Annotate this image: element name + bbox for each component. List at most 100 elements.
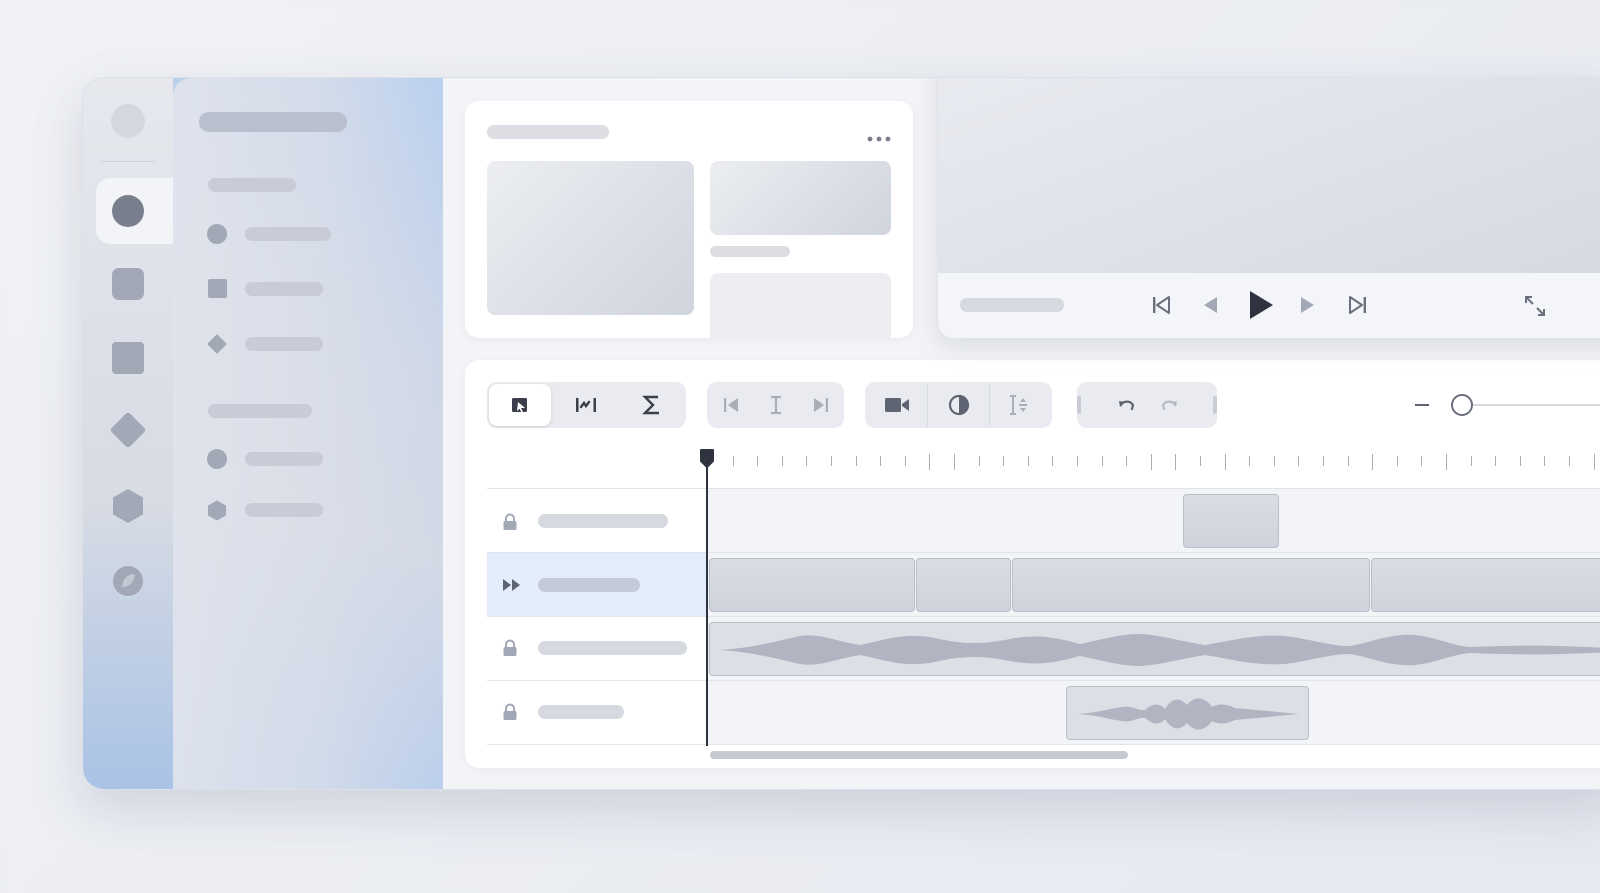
square-icon[interactable]	[112, 342, 144, 374]
redo-button[interactable]	[1149, 384, 1189, 426]
media-card-title	[487, 125, 609, 139]
ruler-tick	[856, 456, 857, 466]
sidebar-item[interactable]	[207, 500, 423, 521]
timeline-scrollbar[interactable]	[710, 751, 1128, 759]
ruler-tick	[1126, 456, 1127, 466]
zoom-slider-handle[interactable]	[1451, 394, 1473, 416]
section-heading	[208, 178, 296, 192]
ruler-tick	[1249, 456, 1250, 466]
track-header[interactable]	[487, 617, 706, 681]
more-horizontal-icon[interactable]	[867, 129, 891, 147]
media-card	[465, 101, 913, 338]
redo-icon	[1159, 397, 1179, 413]
lock-icon[interactable]	[502, 703, 518, 726]
video-clip[interactable]	[1012, 558, 1370, 612]
sidebar-item[interactable]	[207, 334, 423, 354]
edit-tool-group	[487, 382, 686, 428]
track-lane[interactable]	[706, 617, 1600, 681]
audio-clip[interactable]	[1066, 686, 1309, 740]
cursor-button[interactable]	[754, 384, 798, 426]
group-edge	[1213, 396, 1217, 414]
audio-clip[interactable]	[709, 622, 1600, 676]
sigma-icon	[642, 394, 662, 416]
playhead[interactable]	[706, 452, 708, 746]
go-to-in-button[interactable]	[709, 384, 753, 426]
circle-icon	[207, 449, 227, 469]
hexagon-icon	[207, 500, 227, 526]
video-clip[interactable]	[709, 558, 915, 612]
video-clip[interactable]	[916, 558, 1011, 612]
preview-player	[937, 78, 1600, 339]
lock-icon[interactable]	[502, 639, 518, 662]
video-clip[interactable]	[1371, 558, 1600, 612]
ruler-tick	[880, 456, 881, 466]
ruler-tick	[1446, 454, 1447, 470]
go-to-out-button[interactable]	[799, 384, 843, 426]
camera-button[interactable]	[867, 384, 927, 426]
video-clip[interactable]	[1183, 494, 1279, 548]
timeline-panel	[465, 360, 1600, 768]
sidebar-item[interactable]	[207, 449, 423, 469]
ruler-tick	[929, 454, 930, 470]
undo-button[interactable]	[1107, 384, 1147, 426]
contrast-icon	[948, 394, 970, 416]
audio-waveform	[1077, 698, 1299, 730]
ruler-tick	[1348, 456, 1349, 466]
media-thumbnail[interactable]	[710, 273, 891, 338]
track-lane[interactable]	[706, 553, 1600, 617]
fullscreen-icon[interactable]	[1524, 295, 1546, 322]
ruler-tick	[1003, 456, 1004, 466]
ruler-tick	[1421, 456, 1422, 466]
go-to-out-icon	[812, 396, 830, 414]
zoom-slider-track[interactable]	[1451, 404, 1600, 406]
track-lane[interactable]	[706, 681, 1600, 745]
timeline-ruler[interactable]	[708, 448, 1600, 472]
ruler-tick	[1594, 454, 1595, 470]
trim-tool-button[interactable]	[555, 384, 617, 426]
track-header-selected[interactable]	[487, 553, 706, 617]
skip-to-start-icon[interactable]	[1151, 295, 1171, 320]
playhead-handle[interactable]	[699, 448, 715, 473]
track-lane[interactable]	[706, 489, 1600, 553]
ruler-tick	[1102, 456, 1103, 466]
sidebar-item[interactable]	[207, 224, 423, 244]
media-thumbnail[interactable]	[487, 161, 694, 315]
navigation-tool-group	[707, 382, 844, 428]
fast-forward-icon[interactable]	[502, 578, 522, 597]
sigma-button[interactable]	[621, 384, 683, 426]
group-edge	[1077, 396, 1081, 414]
hexagon-icon[interactable]	[111, 488, 145, 529]
media-caption	[710, 246, 790, 257]
ruler-tick	[905, 456, 906, 466]
zoom-out-icon[interactable]	[1415, 404, 1429, 406]
split-button[interactable]	[990, 384, 1050, 426]
rounded-square-icon[interactable]	[112, 268, 144, 300]
ruler-tick	[757, 456, 758, 466]
sidebar-item-label	[245, 503, 323, 517]
ruler-tick	[1028, 456, 1029, 466]
circle-icon[interactable]	[112, 195, 144, 227]
ruler-tick	[1274, 456, 1275, 466]
avatar-icon[interactable]	[111, 104, 145, 138]
leaf-icon[interactable]	[111, 564, 145, 603]
track-name	[538, 578, 640, 592]
track-header[interactable]	[487, 681, 706, 745]
lock-icon[interactable]	[502, 513, 518, 536]
contrast-button[interactable]	[928, 384, 989, 426]
media-thumbnail[interactable]	[710, 161, 891, 235]
track-name	[538, 514, 668, 528]
step-back-icon[interactable]	[1202, 296, 1218, 319]
video-viewer[interactable]	[938, 78, 1600, 273]
play-icon[interactable]	[1248, 290, 1274, 325]
sidebar-item[interactable]	[207, 279, 423, 299]
app-window	[82, 77, 1600, 790]
ruler-tick	[1175, 454, 1176, 470]
track-header[interactable]	[487, 489, 706, 553]
go-to-in-icon	[722, 396, 740, 414]
select-tool-button[interactable]	[489, 384, 551, 426]
audio-waveform	[720, 634, 1600, 666]
ruler-tick	[831, 456, 832, 466]
skip-to-end-icon[interactable]	[1348, 295, 1368, 320]
split-icon	[1008, 393, 1032, 417]
step-forward-icon[interactable]	[1300, 296, 1316, 319]
